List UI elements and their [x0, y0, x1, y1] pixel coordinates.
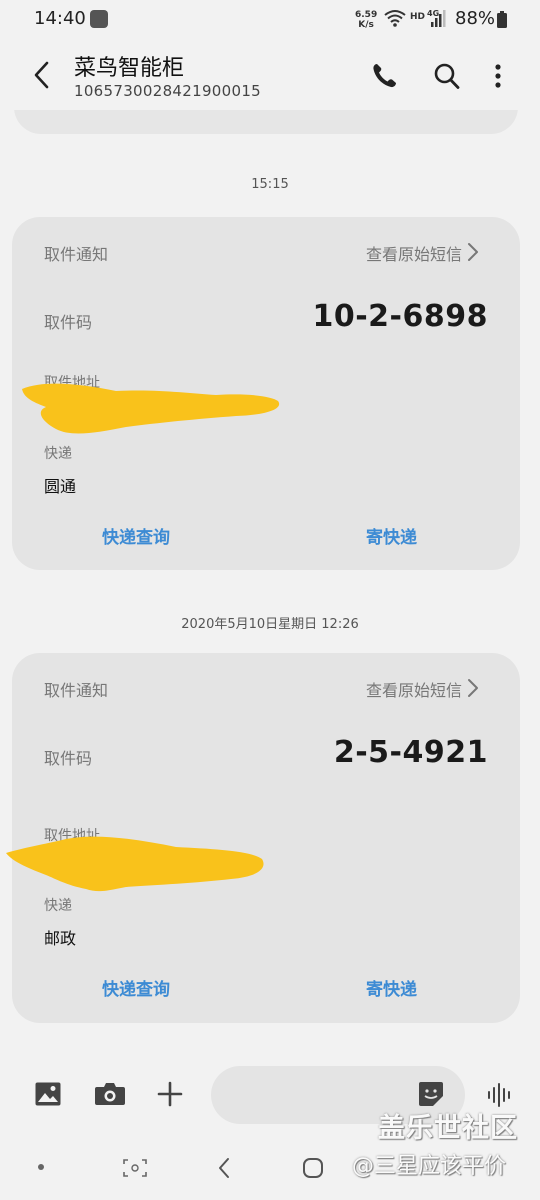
chevron-right-icon[interactable] [466, 241, 480, 263]
sticker-icon[interactable] [418, 1081, 444, 1107]
redaction-scribble [6, 836, 264, 892]
chevron-right-icon[interactable] [466, 677, 480, 699]
pickup-code: 2-5-4921 [333, 735, 488, 770]
signal-icon [431, 10, 446, 27]
status-time: 14:40 [34, 8, 86, 29]
card-kind: 取件通知 [44, 681, 109, 700]
pickup-code: 10-2-6898 [312, 299, 488, 334]
courier-name: 圆通 [44, 477, 77, 496]
status-bar: 14:40 6.59 K/s HD 4G 88% [0, 0, 540, 40]
more-options-icon[interactable] [488, 60, 508, 92]
search-icon[interactable] [432, 60, 462, 92]
wifi-icon [384, 10, 406, 27]
message-timestamp: 2020年5月10日星期日 12:26 [181, 617, 359, 632]
courier-name: 邮政 [44, 929, 77, 948]
nav-back-icon[interactable] [214, 1156, 234, 1180]
track-package-button[interactable]: 快递查询 [102, 975, 170, 1000]
view-original-sms-link[interactable]: 查看原始短信 [366, 241, 462, 265]
redaction-scribble [22, 383, 280, 434]
nav-dot-icon[interactable] [38, 1164, 44, 1170]
courier-label: 快递 [44, 446, 72, 462]
hd-label: HD [410, 12, 426, 22]
back-arrow-icon[interactable] [28, 58, 58, 92]
net-speed-value: 6.59 [355, 10, 378, 20]
add-attachment-icon[interactable] [156, 1080, 184, 1108]
contact-number: 1065730028421900015 [74, 82, 262, 100]
camera-icon[interactable] [94, 1081, 126, 1107]
track-package-button[interactable]: 快递查询 [102, 523, 170, 548]
nav-home-icon[interactable] [302, 1158, 324, 1178]
courier-label: 快递 [44, 898, 72, 914]
screenshot-capture-icon[interactable] [122, 1158, 148, 1178]
battery-percent: 88% [455, 8, 496, 29]
voice-input-icon[interactable] [486, 1082, 514, 1108]
net-speed: 6.59 K/s [355, 10, 377, 30]
pickup-code-label: 取件码 [44, 313, 93, 332]
contact-name: 菜鸟智能柜 [74, 56, 185, 81]
phone-call-icon[interactable] [368, 60, 400, 92]
send-package-button[interactable]: 寄快递 [366, 975, 417, 1000]
watermark-title: 盖乐世社区 [378, 1113, 518, 1144]
watermark-author: @三星应该平价 [352, 1154, 507, 1179]
pickup-code-label: 取件码 [44, 749, 93, 768]
message-timestamp: 15:15 [251, 177, 289, 192]
send-package-button[interactable]: 寄快递 [366, 523, 417, 548]
view-original-sms-link[interactable]: 查看原始短信 [366, 677, 462, 701]
battery-icon [497, 11, 507, 28]
pickup-notice-card: 取件通知 查看原始短信 取件码 10-2-6898 取件地址 快递 圆通 快递查… [12, 217, 520, 570]
card-kind: 取件通知 [44, 245, 109, 264]
notification-icon [90, 10, 108, 28]
gallery-icon[interactable] [34, 1080, 62, 1108]
net-speed-unit: K/s [358, 20, 374, 30]
pickup-notice-card: 取件通知 查看原始短信 取件码 2-5-4921 取件地址 快递 邮政 快递查询… [6, 653, 520, 1023]
